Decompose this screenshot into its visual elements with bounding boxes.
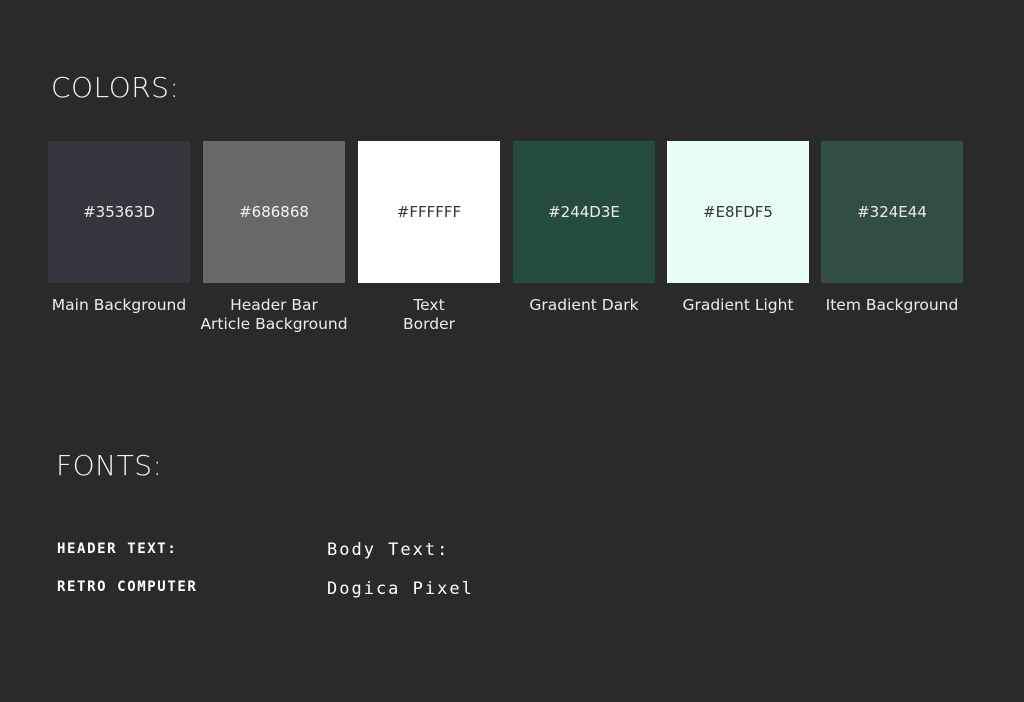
color-swatch: #FFFFFF Text Border [358, 141, 500, 333]
swatch-label: Text Border [350, 296, 508, 334]
header-font-name: RETRO COMPUTER [57, 579, 198, 595]
swatch-label-line: Main Background [51, 296, 187, 314]
swatch-hex-code: #E8FDF5 [703, 203, 773, 221]
swatch-label: Main Background [40, 296, 198, 315]
swatch-hex-code: #686868 [239, 203, 309, 221]
body-font-name: Dogica Pixel [327, 579, 474, 599]
color-swatch: #324E44 Item Background [821, 141, 963, 314]
swatch-label-line: Header Bar [230, 296, 318, 314]
colors-section-title: COLORS: [51, 71, 180, 104]
swatch-label-line: Article Background [200, 315, 348, 333]
swatch-label-line: Gradient Dark [529, 296, 639, 314]
swatch-label: Item Background [813, 296, 971, 315]
swatch-hex-code: #244D3E [548, 203, 620, 221]
swatch-label-line: Border [403, 315, 455, 333]
swatch-hex-code: #35363D [83, 203, 155, 221]
color-swatch: #244D3E Gradient Dark [513, 141, 655, 314]
swatch-hex-code: #324E44 [857, 203, 927, 221]
fonts-section-title: FONTS: [56, 449, 163, 482]
swatch-label: Header Bar Article Background [195, 296, 353, 334]
swatch-label-line: Item Background [825, 296, 959, 314]
header-font-label: HEADER TEXT: [57, 541, 178, 557]
color-swatch: #35363D Main Background [48, 141, 190, 314]
body-font-label: Body Text: [327, 540, 450, 560]
swatch-label-line: Text [413, 296, 445, 314]
color-swatch: #E8FDF5 Gradient Light [667, 141, 809, 314]
swatch-label-line: Gradient Light [682, 296, 794, 314]
color-swatch: #686868 Header Bar Article Background [200, 141, 348, 333]
swatch-label: Gradient Light [659, 296, 817, 315]
swatch-hex-code: #FFFFFF [396, 203, 462, 221]
swatch-label: Gradient Dark [505, 296, 663, 315]
